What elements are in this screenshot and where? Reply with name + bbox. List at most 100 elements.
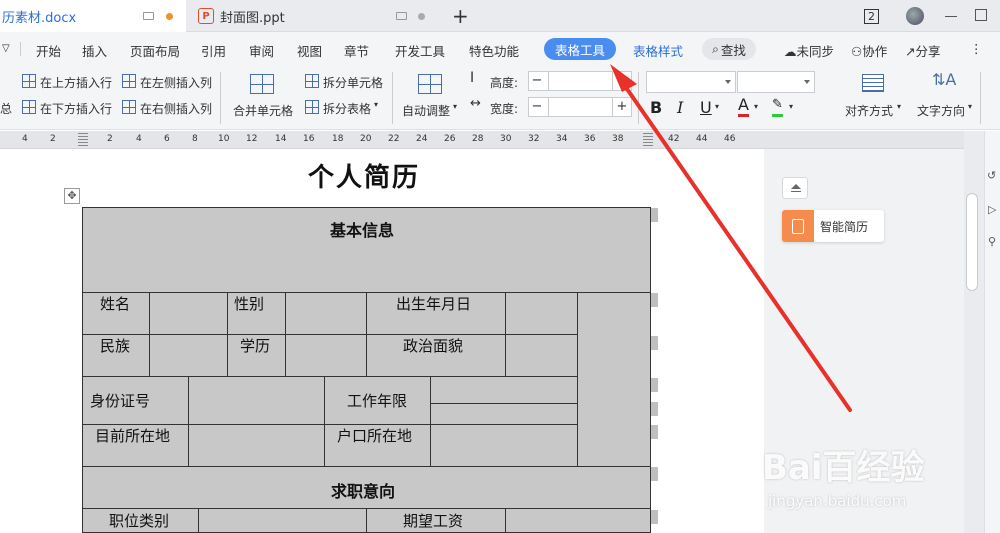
chevron-down-icon[interactable]: ▾ [754, 102, 758, 111]
menu-dropdown-icon[interactable]: ▽ [2, 43, 10, 54]
tab-table-tools[interactable]: 表格工具 [544, 38, 616, 60]
divider [612, 98, 613, 116]
split-table-button[interactable]: 拆分表格 [323, 100, 371, 117]
insert-row-above-button[interactable]: 在上方插入行 [40, 74, 112, 91]
resume-table[interactable]: 基本信息 姓名 性别 出生年月日 民族 学历 政治面貌 身份证号 工作年限 目前… [82, 207, 651, 533]
collaborate-button[interactable]: ⚇协作 [851, 41, 887, 60]
insert-row-below-icon [22, 100, 36, 114]
align-button[interactable]: 对齐方式 [845, 102, 893, 119]
font-color-icon[interactable]: A [738, 96, 749, 117]
chevron-down-icon[interactable]: ▾ [897, 102, 901, 111]
menu-item-insert[interactable]: 插入 [82, 41, 107, 60]
chevron-down-icon[interactable]: ▾ [715, 102, 719, 111]
divider [20, 42, 21, 56]
search-button[interactable]: ⌕ 查找 [702, 38, 756, 60]
insert-col-left-button[interactable]: 在左侧插入列 [140, 74, 212, 91]
ruler-number: 46 [724, 134, 736, 144]
divider [548, 98, 549, 116]
row-resize-handle[interactable] [651, 402, 658, 416]
cell-expected-salary: 期望工资 [403, 512, 464, 530]
height-increase-button[interactable]: + [615, 72, 629, 90]
menu-item-chapter[interactable]: 章节 [344, 41, 369, 60]
insert-row-below-button[interactable]: 在下方插入行 [40, 100, 112, 117]
cell-id-number: 身份证号 [90, 392, 151, 410]
menu-item-review[interactable]: 审阅 [249, 41, 274, 60]
divider [392, 72, 393, 124]
monitor-icon[interactable] [396, 12, 407, 20]
underline-icon[interactable]: U [700, 98, 712, 117]
height-label: 高度: [490, 76, 519, 90]
auto-fit-button[interactable]: 自动调整 [402, 102, 450, 119]
width-increase-button[interactable]: + [615, 98, 629, 116]
chevron-down-icon[interactable]: ▾ [789, 102, 793, 111]
cell-work-years: 工作年限 [347, 392, 408, 410]
tool-icon[interactable]: ▷ [988, 203, 996, 216]
text-direction-button[interactable]: 文字方向 [917, 102, 965, 119]
table-line [577, 292, 578, 466]
vertical-scrollbar[interactable] [964, 131, 984, 533]
row-resize-handle[interactable] [651, 336, 658, 350]
split-cell-icon [305, 74, 319, 88]
tool-icon[interactable]: ⚲ [988, 235, 996, 248]
align-icon [862, 74, 884, 92]
tab-docx[interactable]: 历素材.docx [0, 0, 186, 32]
scrollbar-thumb[interactable] [966, 193, 978, 291]
table-line [83, 376, 577, 377]
chevron-down-icon[interactable]: ▾ [968, 102, 972, 111]
window-count-badge[interactable]: 2 [864, 0, 879, 32]
restore-icon[interactable] [975, 9, 987, 21]
row-resize-handle[interactable] [651, 425, 658, 439]
row-resize-handle[interactable] [651, 510, 658, 524]
row-resize-handle[interactable] [651, 208, 658, 222]
smart-resume-label: 智能简历 [820, 219, 869, 234]
table-line [430, 376, 431, 466]
menu-item-special[interactable]: 特色功能 [469, 41, 519, 60]
ruler-indent-marker[interactable] [643, 133, 653, 147]
table-line [149, 292, 150, 376]
chevron-down-icon[interactable]: ▾ [453, 102, 457, 111]
minimize-icon[interactable] [945, 9, 957, 17]
highlight-icon[interactable]: ✎ [772, 96, 783, 117]
row-resize-handle[interactable] [651, 467, 658, 481]
share-button[interactable]: ↗分享 [905, 41, 941, 60]
monitor-icon[interactable] [143, 12, 154, 20]
height-decrease-button[interactable]: − [530, 72, 544, 90]
insert-col-left-icon [122, 74, 136, 88]
smart-resume-button[interactable]: 智能简历 [782, 210, 884, 242]
collapse-panel-icon[interactable] [782, 177, 808, 199]
menu-item-reference[interactable]: 引用 [201, 41, 226, 60]
horizontal-ruler[interactable]: 4 2 2 4 6 8 10 12 14 16 18 20 22 24 26 28 30 32 34 36 38 42 44… [0, 131, 964, 149]
cell-ethnicity: 民族 [100, 337, 131, 355]
table-line [188, 376, 189, 466]
insert-col-right-button[interactable]: 在右侧插入列 [140, 100, 212, 117]
more-icon[interactable]: ⋮ [970, 41, 983, 56]
menu-item-start[interactable]: 开始 [36, 41, 61, 60]
row-resize-handle[interactable] [651, 378, 658, 392]
split-cell-button[interactable]: 拆分单元格 [323, 74, 383, 91]
avatar[interactable] [906, 7, 924, 25]
font-family-select[interactable] [646, 71, 736, 93]
font-size-select[interactable] [737, 71, 815, 93]
status-dot-icon [418, 13, 425, 20]
tool-icon[interactable]: ↺ [987, 169, 996, 182]
cell-name: 姓名 [100, 295, 131, 313]
chevron-down-icon[interactable]: ▾ [374, 100, 378, 109]
menu-item-page-layout[interactable]: 页面布局 [130, 41, 180, 60]
tab-table-style[interactable]: 表格样式 [633, 41, 683, 60]
row-resize-handle[interactable] [651, 293, 658, 307]
width-decrease-button[interactable]: − [530, 98, 544, 116]
italic-icon[interactable]: I [677, 98, 683, 117]
new-tab-plus-icon[interactable]: + [452, 4, 469, 28]
sync-button[interactable]: ☁未同步 [784, 41, 834, 60]
width-label: 宽度: [490, 102, 519, 116]
menu-item-developer[interactable]: 开发工具 [395, 41, 445, 60]
bold-icon[interactable]: B [650, 98, 662, 117]
tab-ppt[interactable]: P 封面图.ppt [190, 0, 442, 32]
table-move-handle-icon[interactable]: ✥ [64, 188, 80, 204]
ruler-number: 12 [246, 134, 258, 144]
ruler-number: 20 [360, 134, 372, 144]
split-table-icon [305, 100, 319, 114]
ruler-indent-marker[interactable] [78, 133, 88, 147]
merge-cells-button[interactable]: 合并单元格 [233, 102, 293, 119]
menu-item-view[interactable]: 视图 [297, 41, 322, 60]
